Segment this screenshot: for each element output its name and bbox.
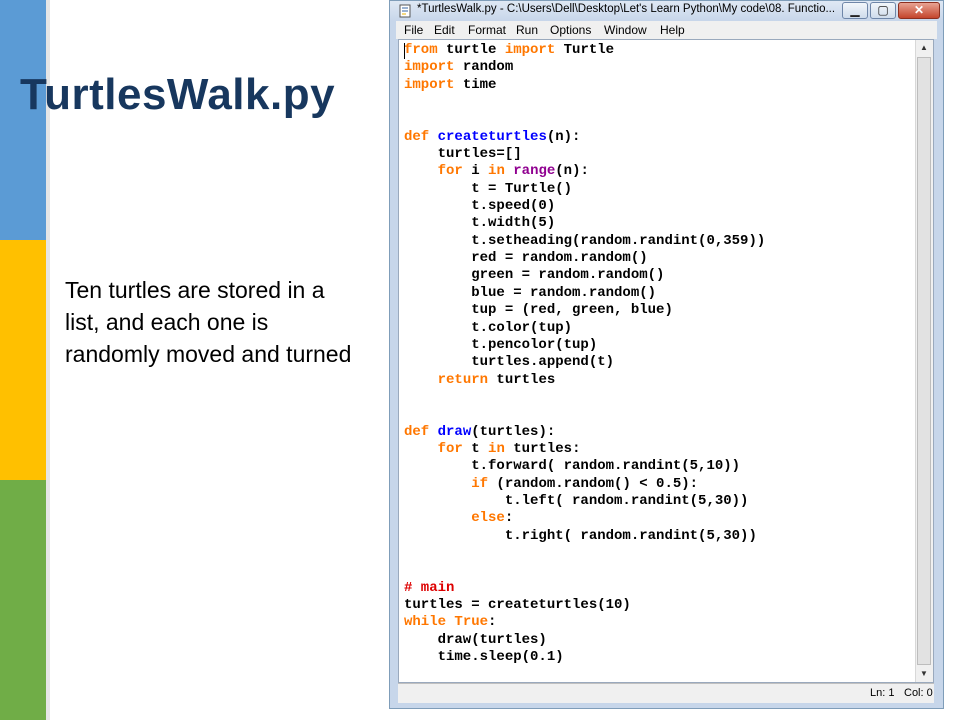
menu-file[interactable]: File (404, 23, 423, 37)
code-line: from turtle import Turtle (404, 42, 615, 58)
stripe-green (0, 480, 46, 720)
code-line: t.color(tup) (404, 319, 573, 336)
code-line: blue = random.random() (404, 284, 657, 301)
code-line: turtles = createturtles(10) (404, 597, 631, 613)
code-line: tup = (red, green, blue) (404, 302, 673, 319)
code-line: import random (404, 59, 514, 76)
code-line: red = random.random() (404, 250, 648, 267)
scroll-down-icon[interactable]: ▼ (916, 666, 932, 682)
stripe-blue (0, 0, 46, 240)
window-title: *TurtlesWalk.py - C:\Users\Dell\Desktop\… (417, 3, 836, 15)
menu-window[interactable]: Window (604, 23, 647, 37)
menu-help[interactable]: Help (660, 23, 685, 37)
code-line: else: (471, 510, 514, 527)
code-line: draw(turtles) (404, 631, 547, 648)
idle-editor-window: *TurtlesWalk.py - C:\Users\Dell\Desktop\… (389, 0, 944, 709)
code-line: # main (404, 579, 455, 596)
slide-description: Ten turtles are stored in a list, and ea… (65, 277, 352, 367)
code-line: if (random.random() < 0.5): (471, 475, 699, 492)
menu-run[interactable]: Run (516, 23, 538, 37)
code-line: turtles.append(t) (404, 354, 615, 371)
code-line: t.forward( random.randint(5,10)) (404, 458, 741, 475)
code-editor[interactable]: from turtle import Turtle import random … (398, 39, 934, 683)
menubar: File Edit Format Run Options Window Help (396, 21, 937, 39)
code-line: return turtles (437, 371, 556, 388)
code-line: t.left( random.randint(5,30)) (404, 492, 749, 509)
status-column: Col: 0 (904, 687, 933, 699)
menu-format[interactable]: Format (468, 23, 506, 37)
stripe-yellow (0, 240, 46, 480)
scroll-thumb[interactable] (917, 57, 931, 665)
maximize-button[interactable]: ▢ (870, 2, 896, 19)
code-line: t.setheading(random.randint(0,359)) (404, 232, 766, 249)
code-line: t.pencolor(tup) (404, 336, 598, 353)
code-line: while True: (404, 614, 497, 631)
minimize-button[interactable]: ▁ (842, 2, 868, 19)
code-line: import time (404, 76, 497, 93)
code-line: def draw(turtles): (404, 423, 556, 440)
code-line: t = Turtle() (404, 180, 573, 197)
code-line: t.speed(0) (404, 198, 556, 215)
code-line: for t in turtles: (437, 440, 581, 457)
code-line: time.sleep(0.1) (404, 649, 564, 666)
code-line: turtles=[] (404, 146, 522, 163)
vertical-scrollbar[interactable]: ▲ ▼ (915, 40, 933, 682)
code-line: for i in range(n): (437, 163, 589, 180)
status-line: Ln: 1 (870, 687, 895, 699)
code-line: t.width(5) (404, 215, 556, 232)
code-text[interactable]: from turtle import Turtle import random … (404, 42, 765, 666)
scroll-up-icon[interactable]: ▲ (916, 40, 932, 56)
slide-title: TurtlesWalk.py (20, 70, 336, 119)
text-cursor (404, 43, 405, 59)
close-button[interactable]: ✕ (898, 2, 940, 19)
code-line: t.right( random.randint(5,30)) (404, 527, 757, 544)
menu-options[interactable]: Options (550, 23, 591, 37)
menu-edit[interactable]: Edit (434, 23, 455, 37)
code-line: green = random.random() (404, 267, 665, 284)
code-line: def createturtles(n): (404, 128, 581, 145)
idle-document-icon (398, 4, 412, 18)
statusbar: Ln: 1 Col: 0 (398, 683, 934, 703)
window-titlebar[interactable]: *TurtlesWalk.py - C:\Users\Dell\Desktop\… (390, 1, 943, 21)
